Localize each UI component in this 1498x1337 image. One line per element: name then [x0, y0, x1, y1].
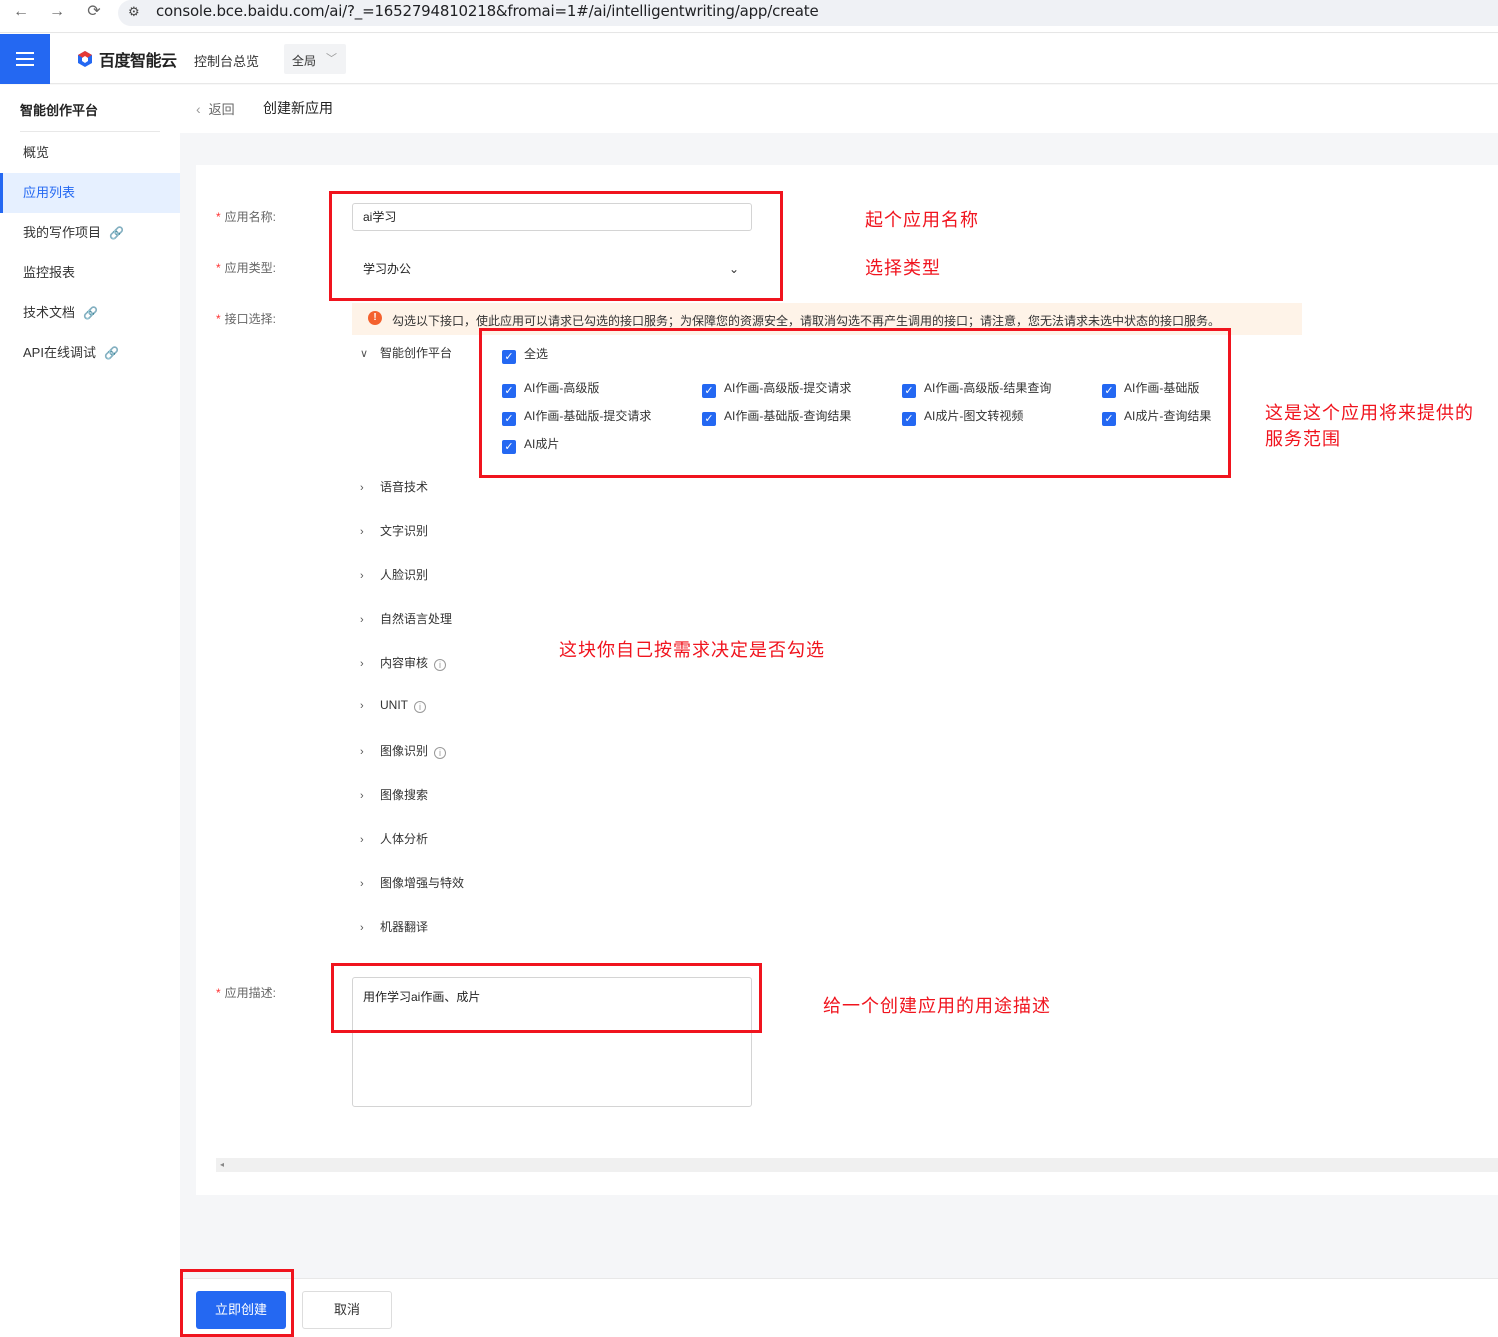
- scroll-left-icon: ◂: [220, 1160, 225, 1169]
- chevron-down-icon: ∨: [360, 348, 369, 360]
- api-group[interactable]: › 图像识别 i: [360, 742, 447, 759]
- api-group[interactable]: › 机器翻译: [360, 918, 428, 935]
- info-icon: i: [434, 747, 447, 759]
- annotation-box-create: [180, 1269, 294, 1337]
- sidebar-item-monitoring[interactable]: 监控报表: [0, 253, 180, 293]
- api-group-intelligent-writing[interactable]: ∨ 智能创作平台: [360, 344, 452, 361]
- app-header: 百度智能云 控制台总览 全局 ﹀: [0, 34, 1498, 84]
- chevron-right-icon: ›: [360, 790, 364, 802]
- form-footer: 立即创建 取消: [180, 1278, 1498, 1337]
- info-icon: i: [434, 659, 447, 671]
- sidebar-item-overview[interactable]: 概览: [0, 133, 180, 173]
- annotation-scope-line1: 这是这个应用将来提供的: [1265, 403, 1474, 424]
- api-select-label: * 接口选择:: [216, 312, 277, 326]
- sidebar-item-app-list[interactable]: 应用列表: [0, 173, 180, 213]
- brand-logo[interactable]: 百度智能云: [76, 49, 177, 70]
- annotation-box-description: [331, 963, 762, 1033]
- chevron-right-icon: ›: [360, 922, 364, 934]
- info-icon: i: [414, 701, 426, 713]
- annotation-box-name-type: [329, 191, 783, 301]
- chevron-right-icon: ›: [360, 570, 364, 582]
- create-app-form: * 应用名称: ai学习 * 应用类型: 学习办公 ⌄ * 接口选择: ! 勾选以下接…: [196, 165, 1498, 1195]
- external-link-icon: 🔗: [103, 346, 119, 360]
- console-overview-link[interactable]: 控制台总览: [194, 51, 259, 70]
- sidebar: 智能创作平台 概览 应用列表 我的写作项目 🔗 监控报表 技术文档 🔗 API在线调…: [0, 85, 180, 1337]
- api-group[interactable]: › 语音技术: [360, 478, 428, 495]
- region-value: 全局: [292, 54, 317, 68]
- chevron-left-icon: ‹: [196, 101, 201, 117]
- back-link[interactable]: ‹ 返回: [196, 99, 235, 118]
- external-link-icon: 🔗: [109, 226, 124, 240]
- annotation-name: 起个应用名称: [865, 210, 979, 231]
- back-arrow-icon[interactable]: ←: [10, 2, 32, 22]
- url-text[interactable]: console.bce.baidu.com/ai/?_=165279481021…: [156, 2, 819, 20]
- app-desc-label: * 应用描述:: [216, 986, 277, 1000]
- api-group[interactable]: › 人脸识别: [360, 566, 428, 583]
- baidu-cloud-logo-icon: [78, 51, 92, 67]
- address-bar[interactable]: ⚙ console.bce.baidu.com/ai/?_=1652794810…: [118, 0, 1498, 26]
- site-settings-icon[interactable]: ⚙: [128, 4, 140, 20]
- app-name-label: * 应用名称:: [216, 210, 277, 224]
- cancel-button[interactable]: 取消: [302, 1291, 392, 1329]
- brand-name: 百度智能云: [99, 53, 177, 70]
- annotation-choose: 这块你自己按需求决定是否勾选: [559, 640, 825, 661]
- browser-toolbar: ← → ⟳ ⚙ console.bce.baidu.com/ai/?_=1652…: [0, 0, 1498, 33]
- menu-icon: [16, 52, 34, 54]
- menu-button[interactable]: [0, 34, 50, 84]
- annotation-box-api-scope: [479, 328, 1231, 478]
- sidebar-title: 智能创作平台: [20, 103, 99, 118]
- chevron-down-icon: ﹀: [326, 53, 337, 65]
- annotation-scope-line2: 服务范围: [1265, 429, 1341, 450]
- annotation-type: 选择类型: [865, 258, 941, 279]
- chevron-right-icon: ›: [360, 614, 364, 626]
- chevron-right-icon: ›: [360, 746, 364, 758]
- api-group[interactable]: › 文字识别: [360, 522, 428, 539]
- forward-arrow-icon[interactable]: →: [46, 2, 68, 22]
- notice-text: 勾选以下接口，使此应用可以请求已勾选的接口服务；为保障您的资源安全，请取消勾选不…: [392, 314, 1221, 328]
- api-group[interactable]: › UNIT i: [360, 698, 426, 713]
- chevron-right-icon: ›: [360, 700, 364, 712]
- api-group[interactable]: › 图像增强与特效: [360, 874, 464, 891]
- sidebar-item-writing-projects[interactable]: 我的写作项目 🔗: [0, 213, 180, 253]
- page-title: 创建新应用: [263, 100, 333, 116]
- annotation-desc: 给一个创建应用的用途描述: [823, 996, 1051, 1017]
- reload-icon[interactable]: ⟳: [83, 2, 105, 22]
- region-select[interactable]: 全局 ﹀: [284, 44, 346, 74]
- external-link-icon: 🔗: [83, 306, 98, 320]
- chevron-right-icon: ›: [360, 526, 364, 538]
- warning-icon: !: [368, 311, 382, 325]
- api-group[interactable]: › 内容审核 i: [360, 654, 447, 671]
- sidebar-item-api-debug[interactable]: API在线调试 🔗: [0, 333, 180, 373]
- horizontal-scrollbar[interactable]: ◂: [216, 1158, 1498, 1172]
- breadcrumb: ‹ 返回 创建新应用: [180, 85, 1498, 133]
- sidebar-divider: [20, 131, 160, 132]
- app-type-label: * 应用类型:: [216, 261, 277, 275]
- api-group[interactable]: › 图像搜索: [360, 786, 428, 803]
- chevron-right-icon: ›: [360, 834, 364, 846]
- chevron-right-icon: ›: [360, 878, 364, 890]
- chevron-right-icon: ›: [360, 658, 364, 670]
- api-group[interactable]: › 自然语言处理: [360, 610, 452, 627]
- chevron-right-icon: ›: [360, 482, 364, 494]
- sidebar-item-docs[interactable]: 技术文档 🔗: [0, 293, 180, 333]
- api-group[interactable]: › 人体分析: [360, 830, 428, 847]
